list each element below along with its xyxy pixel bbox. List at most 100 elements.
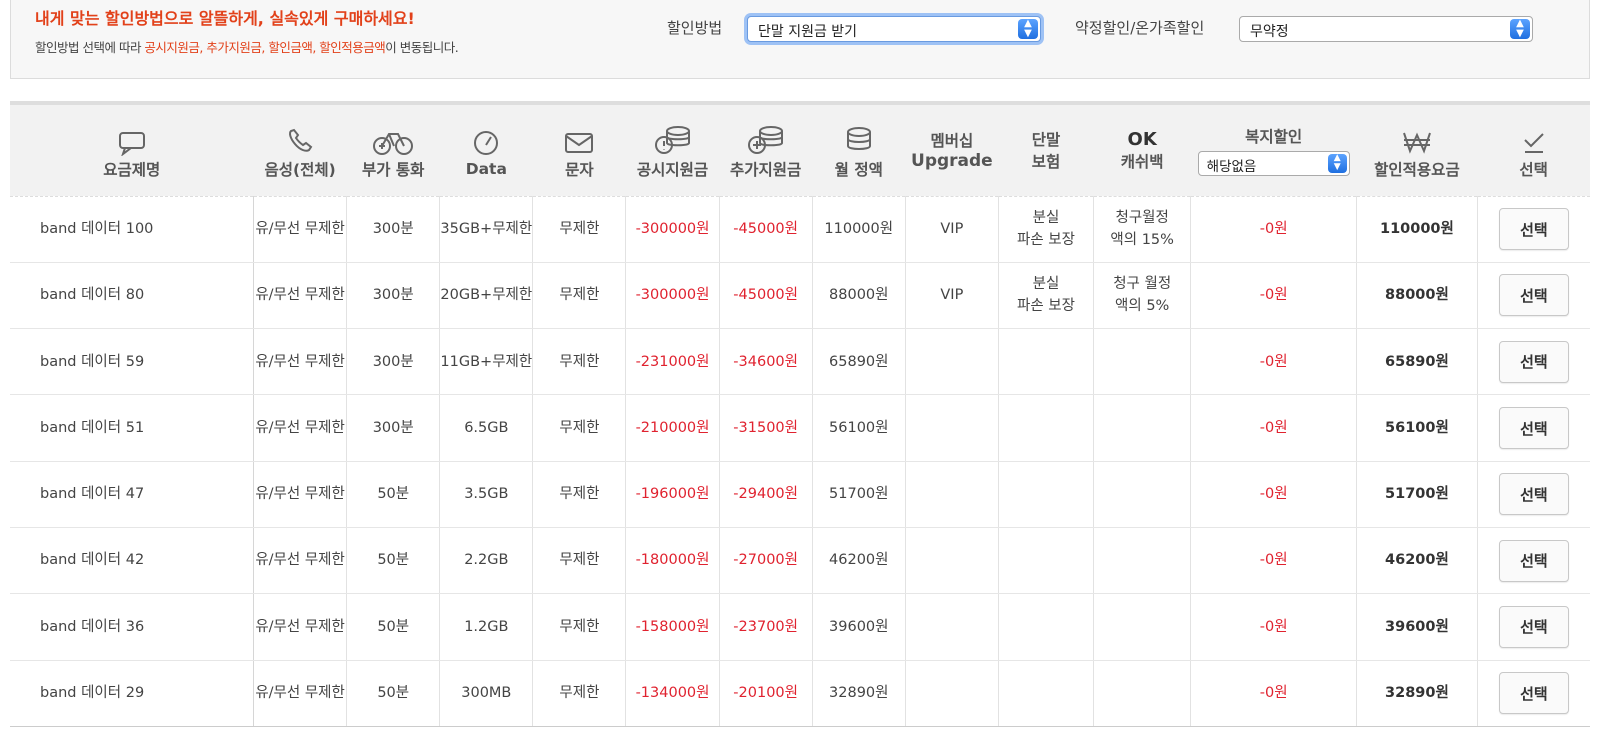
select-plan-button[interactable]: 선택	[1498, 208, 1569, 251]
table-row: band 데이터 59 유/무선 무제한 300분 11GB+무제한 무제한 -23100…	[10, 328, 1590, 396]
subline-highlight: 공시지원금, 추가지원금, 할인금액, 할인적용금액	[144, 40, 386, 55]
select-plan-button[interactable]: 선택	[1498, 539, 1569, 582]
won-icon	[1357, 120, 1478, 156]
extra-subsidy-cell: -29400원	[719, 461, 813, 528]
sms-cell: 무제한	[532, 394, 627, 462]
voice-cell: 유/무선 무제한	[253, 593, 348, 661]
ok-cashbag-cell	[1093, 461, 1192, 528]
voice-cell: 유/무선 무제한	[253, 461, 348, 528]
col-ok-cashbag: OK 캐쉬백	[1093, 105, 1191, 197]
gauge-icon	[440, 122, 533, 158]
data-cell: 35GB+무제한	[439, 196, 534, 263]
select-plan-button[interactable]: 선택	[1498, 340, 1569, 383]
data-cell: 300MB	[439, 660, 534, 727]
table-row: band 데이터 100 유/무선 무제한 300분 35GB+무제한 무제한 -3000…	[10, 196, 1590, 263]
select-cell: 선택	[1477, 196, 1590, 263]
table-row: band 데이터 36 유/무선 무제한 50분 1.2GB 무제한 -158000원 -2…	[10, 593, 1590, 661]
col-monthly-label: 월 정액	[834, 161, 883, 180]
ok-line-2: 액의 5%	[1115, 298, 1170, 315]
data-cell: 6.5GB	[439, 394, 534, 462]
contract-select[interactable]: 무약정 ▲ ▼	[1239, 16, 1533, 42]
welfare-discount-cell: -0원	[1190, 262, 1358, 330]
select-cell: 선택	[1477, 394, 1590, 462]
voice-cell: 유/무선 무제한	[253, 660, 348, 727]
sms-cell: 무제한	[532, 660, 627, 727]
select-cell: 선택	[1477, 461, 1590, 528]
insurance-cell	[998, 593, 1095, 661]
select-cell: 선택	[1477, 527, 1590, 595]
monthly-fee-cell: 56100원	[812, 394, 906, 462]
monthly-fee-cell: 51700원	[812, 461, 906, 528]
welfare-discount-cell: -0원	[1190, 196, 1358, 263]
sms-cell: 무제한	[532, 461, 627, 528]
select-cell: 선택	[1477, 262, 1590, 330]
plan-name-cell: band 데이터 80	[10, 262, 255, 330]
extra-subsidy-cell: -45000원	[719, 262, 813, 330]
table-row: band 데이터 47 유/무선 무제한 50분 3.5GB 무제한 -196000원 -2…	[10, 461, 1590, 528]
data-cell: 1.2GB	[439, 593, 534, 661]
membership-cell: VIP	[905, 262, 999, 330]
discounted-fee-cell: 51700원	[1356, 461, 1478, 528]
select-plan-button[interactable]: 선택	[1498, 672, 1569, 715]
welfare-discount-cell: -0원	[1190, 593, 1358, 661]
welfare-select-value: 해당없음	[1206, 158, 1257, 175]
plan-name-cell: band 데이터 36	[10, 593, 255, 661]
col-plan-label: 요금제명	[103, 161, 161, 180]
monthly-fee-cell: 88000원	[812, 262, 906, 330]
public-subsidy-cell: -134000원	[625, 660, 720, 727]
extra-subsidy-cell: -23700원	[719, 593, 813, 661]
extra-call-cell: 300분	[346, 328, 441, 396]
sms-cell: 무제한	[532, 527, 627, 595]
welfare-select[interactable]: 해당없음 ▲ ▼	[1197, 150, 1350, 176]
ok-cashbag-cell	[1093, 394, 1192, 462]
extra-subsidy-cell: -27000원	[719, 527, 813, 595]
bicycle-icon	[347, 120, 440, 156]
insurance-cell	[998, 328, 1095, 396]
col-ok-label-2: 캐쉬백	[1120, 152, 1164, 171]
select-arrows-icon: ▲ ▼	[1018, 19, 1038, 39]
envelope-icon	[533, 120, 626, 156]
discount-method-label: 할인방법	[667, 19, 723, 37]
sms-cell: 무제한	[532, 593, 627, 661]
col-membership: 멤버십 Upgrade	[905, 105, 999, 197]
select-cell: 선택	[1477, 660, 1590, 727]
col-ok-label-1: OK	[1127, 128, 1157, 150]
plans-table-wrapper: 요금제명 음성(전체) 부가 통화 Data 문자 공시지원금 추가지원금 월 …	[10, 101, 1590, 727]
discounted-fee-cell: 46200원	[1356, 527, 1478, 595]
subline-after: 이 변동됩니다.	[385, 40, 459, 55]
data-cell: 2.2GB	[439, 527, 534, 595]
insurance-cell	[998, 527, 1095, 595]
select-plan-button[interactable]: 선택	[1498, 605, 1569, 648]
col-sms: 문자	[532, 105, 626, 197]
plans-table-body: band 데이터 100 유/무선 무제한 300분 35GB+무제한 무제한 -3000…	[10, 196, 1590, 727]
select-plan-button[interactable]: 선택	[1498, 407, 1569, 450]
data-cell: 20GB+무제한	[439, 262, 534, 330]
discounted-fee-cell: 56100원	[1356, 394, 1478, 462]
plan-name-cell: band 데이터 47	[10, 461, 255, 528]
public-subsidy-cell: -231000원	[625, 328, 720, 396]
monthly-fee-cell: 46200원	[812, 527, 906, 595]
col-public-subsidy-label: 공시지원금	[636, 161, 709, 180]
check-icon	[1477, 120, 1590, 156]
ok-line-2: 액의 15%	[1110, 232, 1174, 249]
welfare-discount-cell: -0원	[1190, 660, 1358, 727]
sms-cell: 무제한	[532, 262, 627, 330]
ok-cashbag-cell: 청구 월정 액의 5%	[1093, 262, 1192, 330]
plan-name-cell: band 데이터 42	[10, 527, 255, 595]
discounted-fee-cell: 110000원	[1356, 196, 1478, 263]
select-plan-button[interactable]: 선택	[1498, 274, 1569, 317]
voice-cell: 유/무선 무제한	[253, 394, 348, 462]
membership-cell: VIP	[905, 196, 999, 263]
discount-method-select[interactable]: 단말 지원금 받기 ▲ ▼	[747, 16, 1041, 42]
insurance-cell	[998, 461, 1095, 528]
col-insurance-label-2: 보험	[1031, 153, 1061, 172]
membership-cell	[905, 593, 999, 661]
select-plan-button[interactable]: 선택	[1498, 473, 1569, 516]
discounted-fee-cell: 88000원	[1356, 262, 1478, 330]
extra-subsidy-cell: -31500원	[719, 394, 813, 462]
table-row: band 데이터 29 유/무선 무제한 50분 300MB 무제한 -134000원 -2…	[10, 660, 1590, 727]
welfare-discount-cell: -0원	[1190, 328, 1358, 396]
coins-info-icon	[626, 120, 719, 156]
col-voice-label: 음성(전체)	[264, 161, 336, 180]
welfare-discount-cell: -0원	[1190, 461, 1358, 528]
